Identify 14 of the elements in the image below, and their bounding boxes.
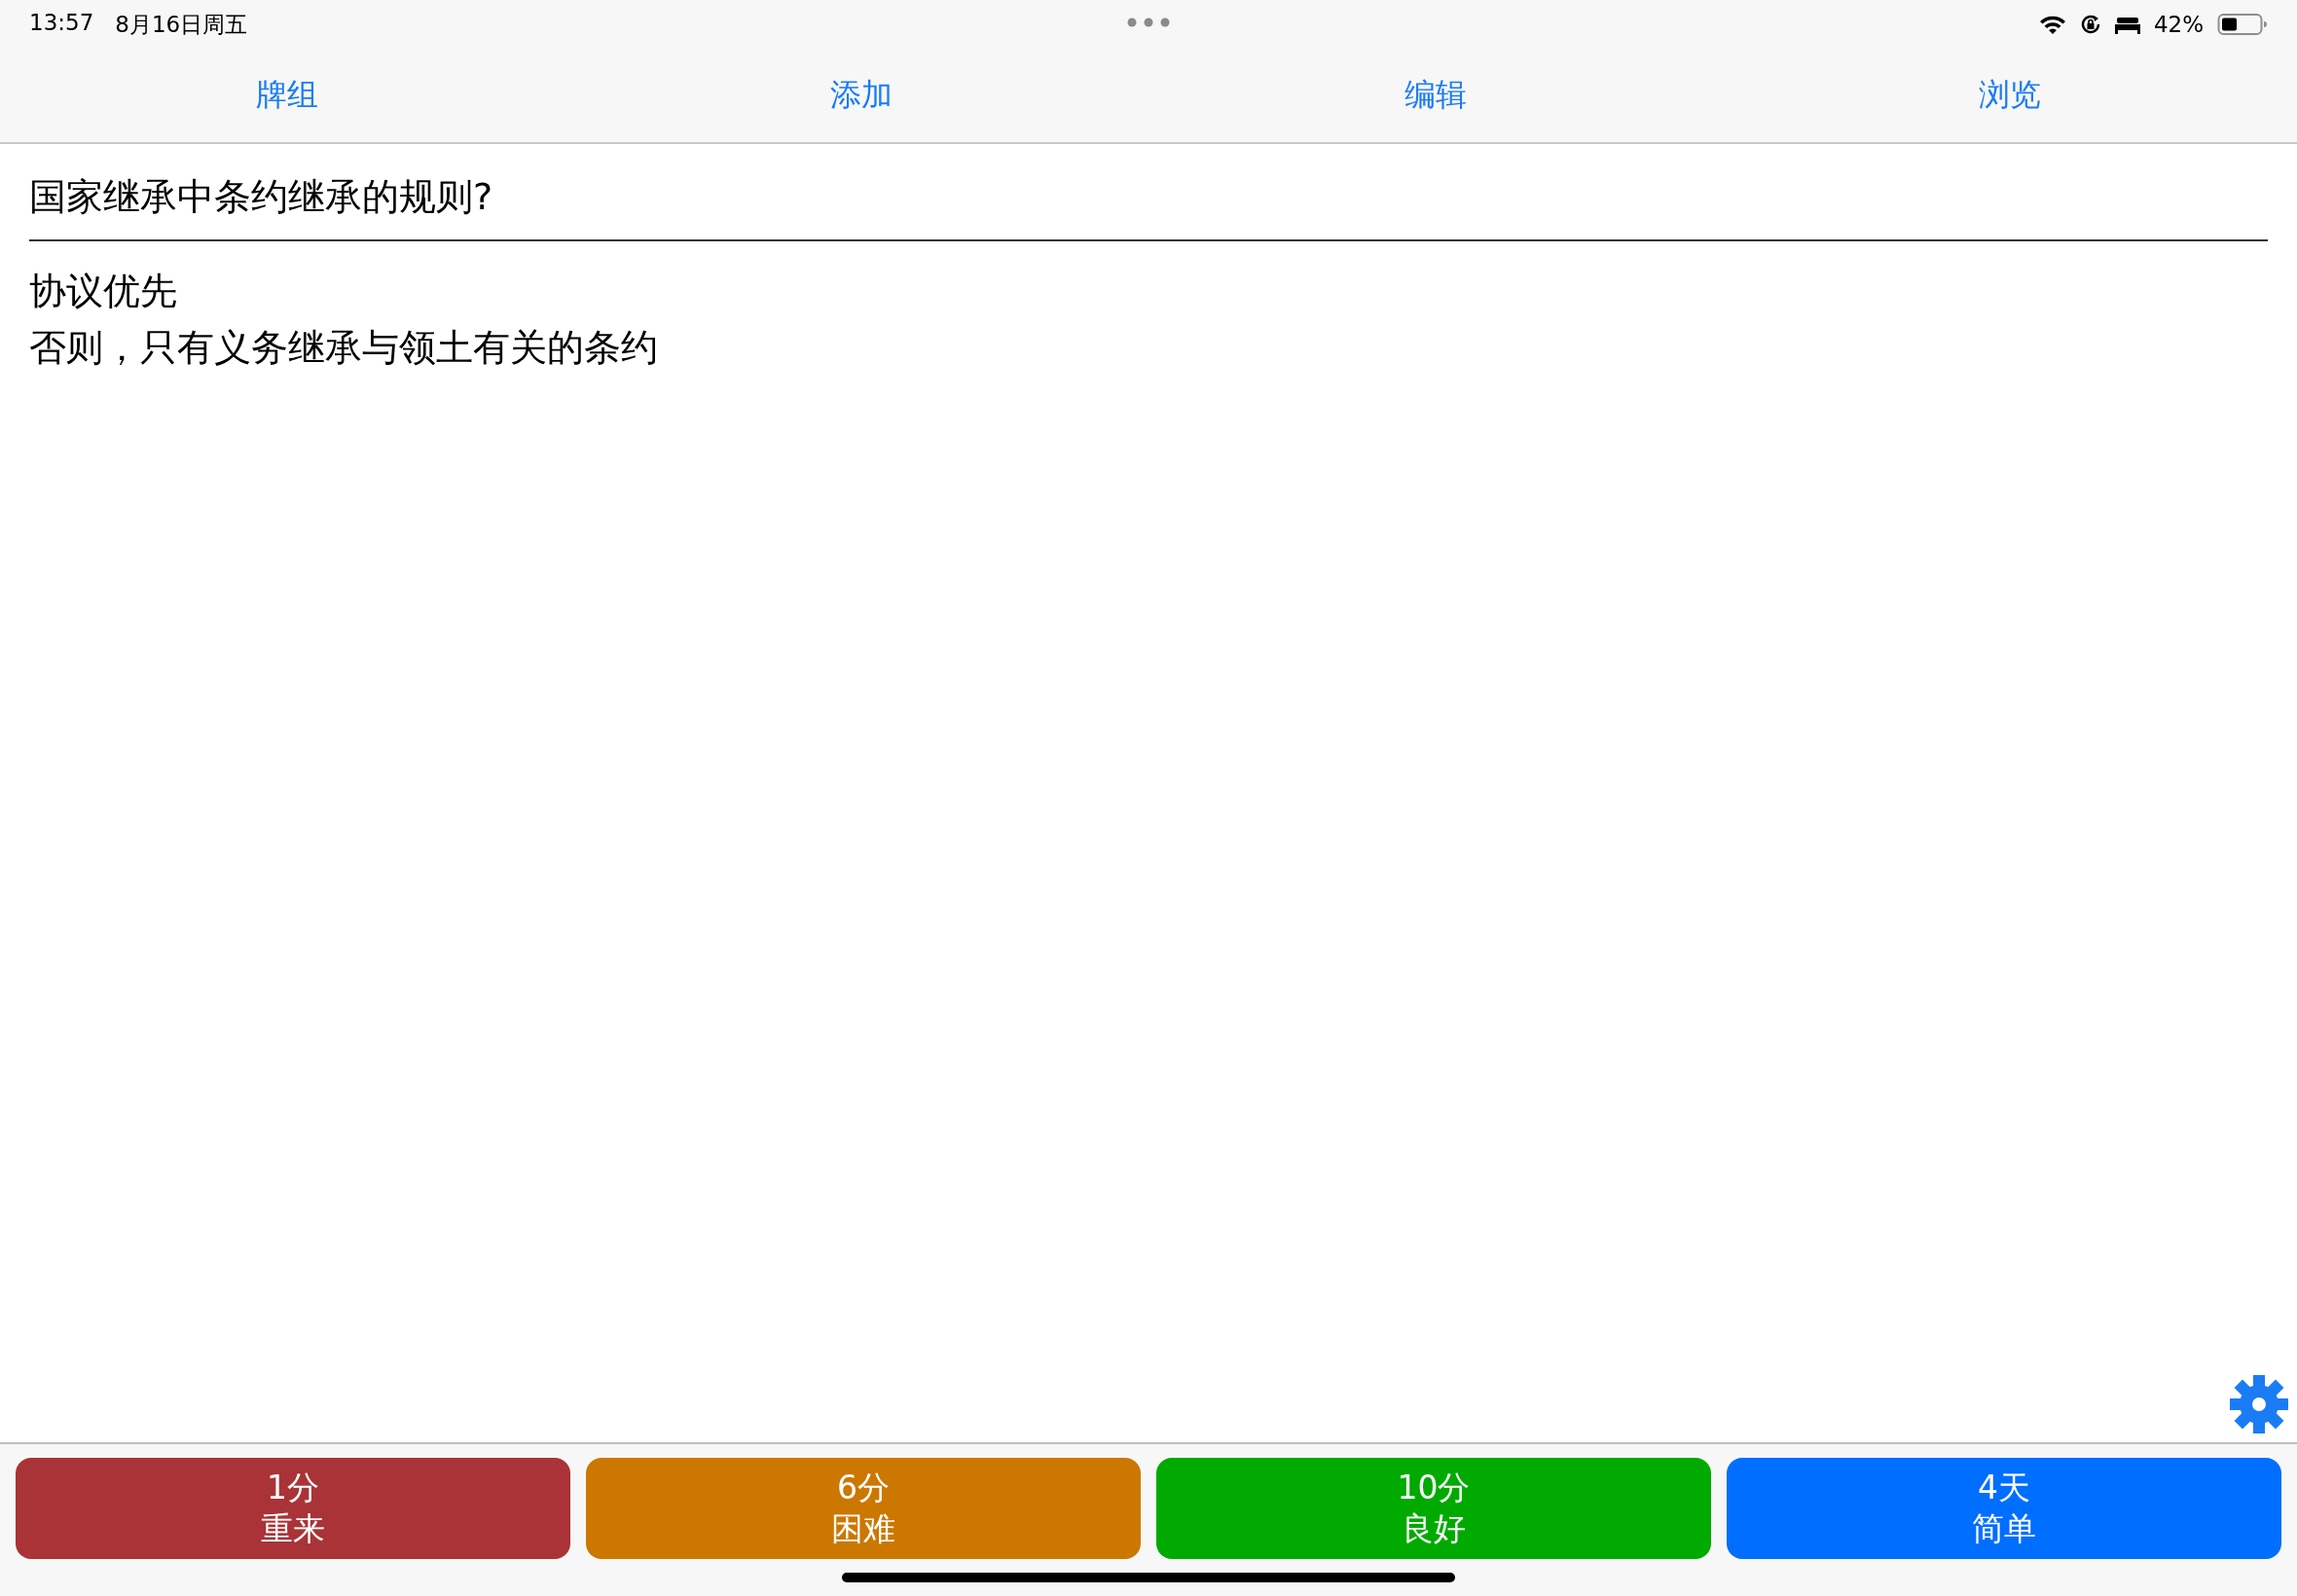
answer-button[interactable]: 1分 重来 (16, 1458, 570, 1559)
nav-tab[interactable]: 浏览 (1969, 68, 2051, 123)
nav-tab[interactable]: 编辑 (1395, 68, 1477, 123)
status-time: 13:57 (29, 9, 94, 37)
nav-tab[interactable]: 添加 (820, 68, 902, 123)
battery-percent: 42% (2153, 12, 2204, 37)
nav-tab[interactable]: 牌组 (246, 68, 328, 123)
answer-button[interactable]: 6分 困难 (586, 1458, 1141, 1559)
card-question: 国家继承中条约继承的规则? (29, 174, 494, 220)
card-answer-line: 否则，只有义务继承与领土有关的条约 (29, 325, 659, 371)
answer-button[interactable]: 10分 良好 (1156, 1458, 1711, 1559)
answer-button[interactable]: 4天 简单 (1727, 1458, 2281, 1559)
card-answer-line: 协议优先 (29, 269, 178, 314)
status-date: 8月16日周五 (115, 10, 248, 39)
